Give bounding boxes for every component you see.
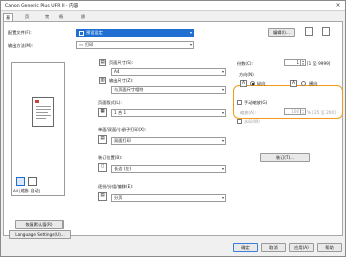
cancel-button[interactable]: 取消	[261, 243, 286, 252]
orientation-label: 方向(N)	[239, 72, 254, 77]
portrait-label: 纵向	[257, 81, 266, 86]
landscape-radio[interactable]	[301, 81, 306, 86]
profile-icon	[79, 30, 84, 36]
tab-paper-source[interactable]: 纸张来源	[57, 13, 65, 43]
scaling-range: % [25 至 200]	[307, 110, 336, 115]
page-size-label: 页面尺寸(S):	[109, 60, 134, 65]
output-method-value: 打印	[84, 42, 94, 47]
duplex-label: 单面/双面/小册子打印(X):	[98, 127, 147, 132]
properties-dialog: Canon Generic Plus UFR II - 内容 × 基本设定 页面…	[0, 0, 346, 257]
chevron-down-icon: ▾	[221, 87, 224, 92]
printer-icon: ▭	[79, 42, 83, 47]
preview-page	[32, 97, 54, 127]
chevron-down-icon: ▾	[189, 42, 192, 47]
copies-label: 份数(C):	[237, 61, 253, 66]
close-icon[interactable]: ×	[334, 2, 342, 9]
output-method-label: 输出方法(M):	[8, 43, 34, 48]
finishing-label: 逐份/分组/偏移(E):	[98, 184, 134, 189]
landscape-page-icon: A	[290, 80, 297, 87]
finishing-select[interactable]: 分页 ▾	[111, 194, 226, 202]
preview-corner-mark	[35, 100, 39, 103]
landscape-label: 横向	[309, 81, 318, 86]
chevron-down-icon: ▾	[189, 30, 192, 35]
preview-printer-icon[interactable]	[28, 177, 37, 186]
scaling-label: 缩放(A):	[240, 110, 256, 115]
window-title: Canon Generic Plus UFR II - 内容	[5, 4, 79, 9]
tab-page-setup[interactable]: 页面设置	[23, 13, 31, 43]
preview-caption: A4 [缩放: 自动]	[13, 188, 40, 193]
page-layout-select[interactable]: 1 合 1 ▾	[111, 109, 226, 117]
duplex-select[interactable]: 双面打印 ▾	[111, 137, 226, 145]
profile-view-icon[interactable]	[322, 27, 330, 36]
language-settings-button[interactable]: Language Settings(U)...	[9, 230, 71, 239]
basic-settings-panel: 配置文件(F): 预设设定 ▾ 编辑(I)... 输出方法(M): ▭打印 ▾	[3, 21, 343, 239]
preview-toggle-group	[14, 177, 64, 187]
chevron-down-icon: ▾	[221, 195, 224, 200]
duplex-value: 双面打印	[114, 138, 131, 143]
profile-label: 配置文件(F):	[8, 30, 32, 35]
finishing-value: 分页	[114, 195, 123, 200]
page-layout-label: 页面版式(L):	[98, 100, 122, 105]
output-size-value: 与页面尺寸相符	[114, 87, 144, 92]
spin-arrows-icon[interactable]: ▴ ▾	[300, 109, 305, 114]
tab-quality[interactable]: 质量	[79, 13, 87, 27]
output-size-label: 输出尺寸(Z):	[109, 78, 134, 83]
manual-scaling-checkbox[interactable]	[237, 100, 242, 105]
help-button[interactable]: 帮助	[317, 243, 342, 252]
binding-value: 长边 (左)	[114, 166, 132, 171]
page-size-icon: ▤	[99, 59, 106, 66]
spin-arrows-icon[interactable]: ▴ ▾	[300, 60, 305, 65]
title-bar: Canon Generic Plus UFR II - 内容 ×	[1, 1, 345, 11]
portrait-page-icon: A	[240, 80, 247, 87]
gutter-button[interactable]: 装订(T)...	[260, 153, 310, 162]
print-preview: A4 [缩放: 自动]	[11, 62, 65, 196]
chevron-down-icon: ▾	[221, 69, 224, 74]
page-size-value: A4	[114, 69, 120, 74]
profile-add-icon[interactable]	[305, 27, 313, 36]
ok-button[interactable]: 确定	[233, 243, 258, 252]
output-method-select[interactable]: ▭ 打印 ▾	[76, 41, 194, 49]
copies-range: [1 至 9999]	[307, 61, 331, 66]
binding-icon: ▯	[98, 163, 107, 172]
portrait-radio[interactable]	[250, 81, 255, 86]
copies-input[interactable]: 1 ▴ ▾	[284, 59, 306, 66]
chevron-down-icon: ▾	[221, 138, 224, 143]
layout-icon: ▦	[98, 108, 107, 117]
scaling-value: 100	[291, 109, 299, 114]
binding-label: 装订位置(B):	[98, 155, 123, 160]
watermark-label: 水印(W)	[244, 119, 260, 124]
edit-profile-button[interactable]: 编辑(I)...	[268, 28, 295, 37]
output-size-select[interactable]: 与页面尺寸相符 ▾	[111, 86, 226, 94]
scaling-input[interactable]: 100 ▴ ▾	[284, 108, 306, 115]
preview-page-icon[interactable]	[16, 177, 25, 186]
page-layout-value: 1 合 1	[114, 110, 127, 115]
binding-select[interactable]: 长边 (左) ▾	[111, 165, 226, 173]
page-size-select[interactable]: A4 ▾	[111, 68, 226, 76]
restore-defaults-button[interactable]: 恢复默认值(R)	[15, 220, 63, 229]
manual-scaling-label: 手动缩放(G)	[244, 100, 268, 105]
tab-finishing[interactable]: 完成	[43, 13, 51, 27]
watermark-checkbox[interactable]	[237, 119, 242, 124]
output-size-icon: ▥	[99, 77, 106, 84]
finishing-icon: ▤	[98, 192, 107, 201]
copies-value: 1	[296, 60, 299, 65]
duplex-icon: ▤	[98, 135, 107, 144]
apply-button[interactable]: 应用(A)	[289, 243, 314, 252]
chevron-down-icon: ▾	[221, 166, 224, 171]
profile-value: 预设设定	[86, 30, 103, 35]
profile-select[interactable]: 预设设定 ▾	[76, 29, 194, 37]
chevron-down-icon: ▾	[221, 110, 224, 115]
